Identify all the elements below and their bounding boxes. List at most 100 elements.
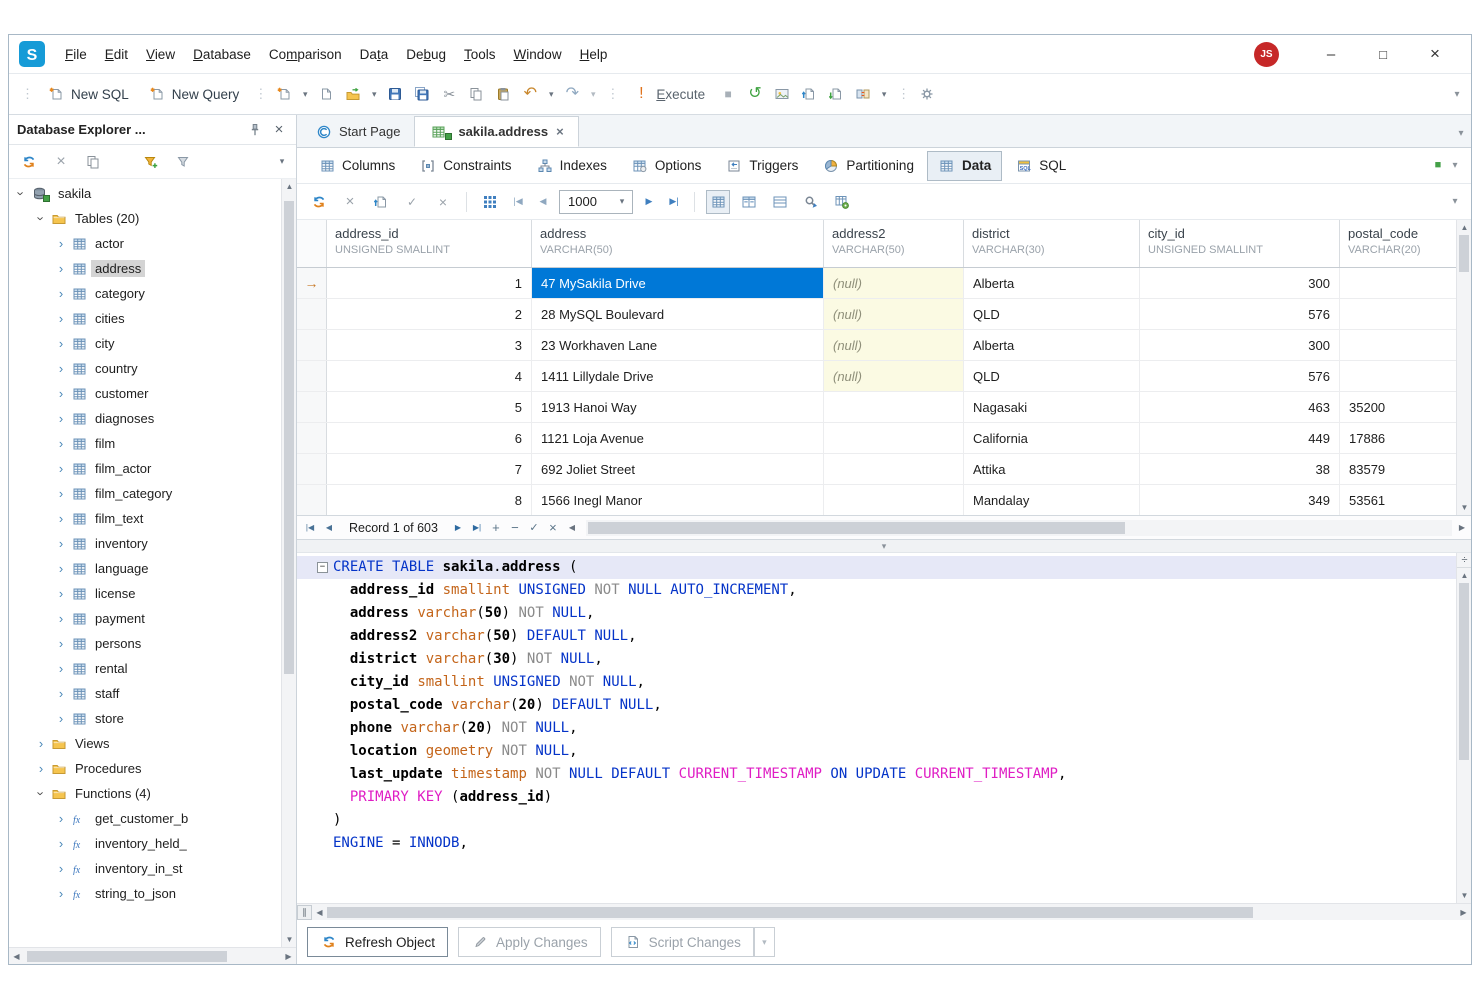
tree-item-customer[interactable]: ›customer bbox=[9, 381, 281, 406]
menu-item-debug[interactable]: Debug bbox=[397, 43, 455, 66]
scrollbar-thumb[interactable] bbox=[1459, 235, 1469, 272]
scrollbar-thumb[interactable] bbox=[27, 951, 227, 962]
cell-address_id[interactable]: 1 bbox=[327, 268, 532, 298]
explorer-close-icon[interactable]: × bbox=[270, 122, 288, 138]
refresh-data-icon[interactable] bbox=[307, 190, 331, 214]
sql-line[interactable]: phone varchar(20) NOT NULL, bbox=[297, 717, 1456, 740]
tree-item-inventory-in-st[interactable]: ›fxinventory_in_st bbox=[9, 856, 281, 881]
tab-sql[interactable]: SQLSQL bbox=[1004, 151, 1077, 181]
chevron-down-icon[interactable]: › bbox=[14, 188, 29, 200]
tree-item-rental[interactable]: ›rental bbox=[9, 656, 281, 681]
toolbar-overflow-icon[interactable]: ▾ bbox=[1451, 89, 1463, 100]
last-page-button[interactable]: ▶| bbox=[665, 194, 683, 210]
cell-city_id[interactable]: 349 bbox=[1140, 485, 1340, 515]
redo-dropdown-icon[interactable]: ▾ bbox=[587, 89, 599, 100]
sql-line[interactable]: address varchar(50) NOT NULL, bbox=[297, 602, 1456, 625]
fit-columns-icon[interactable] bbox=[478, 190, 502, 214]
sql-line[interactable]: postal_code varchar(20) DEFAULT NULL, bbox=[297, 694, 1456, 717]
doc-tab-sakila-address[interactable]: sakila.address× bbox=[414, 116, 578, 147]
append-record-button[interactable]: + bbox=[487, 519, 505, 537]
cell-city_id[interactable]: 576 bbox=[1140, 299, 1340, 329]
close-button[interactable]: × bbox=[1409, 40, 1461, 68]
cell-district[interactable]: Attika bbox=[964, 454, 1140, 484]
sql-line[interactable]: location geometry NOT NULL, bbox=[297, 740, 1456, 763]
tab-list-dropdown-icon[interactable]: ▾ bbox=[1455, 128, 1467, 139]
apply-changes-button[interactable]: Apply Changes bbox=[458, 927, 601, 957]
column-header-postal_code[interactable]: postal_codeVARCHAR(20) bbox=[1340, 220, 1458, 267]
app-logo-icon[interactable]: S bbox=[19, 41, 46, 68]
copy-icon[interactable] bbox=[464, 82, 488, 106]
save-all-icon[interactable] bbox=[410, 82, 434, 106]
tree-item-language[interactable]: ›language bbox=[9, 556, 281, 581]
tree-item-address[interactable]: ›address bbox=[9, 256, 281, 281]
cell-postal_code[interactable] bbox=[1340, 361, 1458, 391]
tree-item-tables-20[interactable]: ›Tables (20) bbox=[9, 206, 281, 231]
grid-options-icon[interactable] bbox=[830, 190, 854, 214]
redo-icon[interactable]: ↷ bbox=[560, 82, 584, 106]
menu-item-comparison[interactable]: Comparison bbox=[260, 43, 351, 66]
undo-icon[interactable]: ↶ bbox=[518, 82, 542, 106]
cell-address[interactable]: 692 Joliet Street bbox=[532, 454, 824, 484]
grid-view-button[interactable] bbox=[706, 190, 730, 214]
chevron-right-icon[interactable]: › bbox=[55, 286, 67, 301]
chevron-right-icon[interactable]: › bbox=[55, 636, 67, 651]
tab-partitioning[interactable]: Partitioning bbox=[811, 151, 925, 181]
cell-address_id[interactable]: 6 bbox=[327, 423, 532, 453]
form-view-button[interactable] bbox=[768, 190, 792, 214]
row-indicator[interactable] bbox=[297, 423, 327, 453]
toolbar-grip[interactable]: ⋮ bbox=[254, 86, 265, 102]
chevron-right-icon[interactable]: › bbox=[55, 336, 67, 351]
tree-item-country[interactable]: ›country bbox=[9, 356, 281, 381]
split-horizontal-button[interactable]: ∥ bbox=[297, 905, 312, 920]
cell-address_id[interactable]: 3 bbox=[327, 330, 532, 360]
scroll-down-icon[interactable]: ▼ bbox=[1457, 888, 1471, 903]
sql-line[interactable]: PRIMARY KEY (address_id) bbox=[297, 786, 1456, 809]
post-edit-button[interactable]: ✓ bbox=[525, 519, 543, 537]
cell-address2[interactable] bbox=[824, 454, 964, 484]
chevron-right-icon[interactable]: › bbox=[35, 736, 47, 751]
tree-item-get-customer-b[interactable]: ›fxget_customer_b bbox=[9, 806, 281, 831]
duplicate-object-icon[interactable] bbox=[81, 150, 105, 174]
chevron-down-icon[interactable]: › bbox=[34, 788, 49, 800]
cancel-edit-button[interactable]: × bbox=[544, 519, 562, 537]
cell-city_id[interactable]: 300 bbox=[1140, 268, 1340, 298]
new-filter-icon[interactable] bbox=[139, 150, 163, 174]
toolbar-grip[interactable]: ⋮ bbox=[606, 86, 617, 102]
sql-line[interactable]: address_id smallint UNSIGNED NOT NULL AU… bbox=[297, 579, 1456, 602]
scroll-right-icon[interactable]: ▶ bbox=[1456, 905, 1471, 920]
paste-icon[interactable] bbox=[491, 82, 515, 106]
scroll-down-icon[interactable]: ▼ bbox=[282, 932, 296, 947]
chevron-right-icon[interactable]: › bbox=[55, 611, 67, 626]
cell-address_id[interactable]: 5 bbox=[327, 392, 532, 422]
new-file-icon[interactable] bbox=[314, 82, 338, 106]
execute-button[interactable]: ! Execute bbox=[624, 80, 713, 108]
filter-icon[interactable] bbox=[171, 150, 195, 174]
fold-collapse-icon[interactable]: − bbox=[317, 562, 328, 573]
scrollbar-thumb[interactable] bbox=[327, 907, 1253, 918]
cell-city_id[interactable]: 38 bbox=[1140, 454, 1340, 484]
tree-item-film-actor[interactable]: ›film_actor bbox=[9, 456, 281, 481]
chevron-right-icon[interactable]: › bbox=[55, 311, 67, 326]
scroll-up-icon[interactable]: ▲ bbox=[1457, 220, 1471, 235]
cell-address2[interactable]: (null) bbox=[824, 361, 964, 391]
stop-load-icon[interactable]: × bbox=[338, 190, 362, 214]
cell-district[interactable]: QLD bbox=[964, 299, 1140, 329]
sql-line[interactable]: last_update timestamp NOT NULL DEFAULT C… bbox=[297, 763, 1456, 786]
tree-item-sakila[interactable]: ›sakila bbox=[9, 181, 281, 206]
export-grid-icon[interactable] bbox=[369, 190, 393, 214]
minimize-button[interactable]: – bbox=[1305, 40, 1357, 68]
new-document-icon[interactable] bbox=[272, 82, 296, 106]
commit-edit-icon[interactable]: ✓ bbox=[400, 190, 424, 214]
close-tab-icon[interactable]: × bbox=[556, 124, 564, 139]
gear-icon[interactable] bbox=[915, 82, 939, 106]
chevron-right-icon[interactable]: › bbox=[55, 686, 67, 701]
menu-item-help[interactable]: Help bbox=[571, 43, 617, 66]
chevron-right-icon[interactable]: › bbox=[55, 536, 67, 551]
scrollbar-track[interactable] bbox=[1457, 583, 1471, 888]
tree-item-functions-4[interactable]: ›Functions (4) bbox=[9, 781, 281, 806]
splitter-collapse-icon[interactable]: ▾ bbox=[882, 541, 887, 552]
chevron-down-icon[interactable]: › bbox=[34, 213, 49, 225]
row-indicator[interactable]: → bbox=[297, 268, 327, 298]
scroll-up-icon[interactable]: ▲ bbox=[1457, 568, 1471, 583]
chevron-right-icon[interactable]: › bbox=[55, 386, 67, 401]
